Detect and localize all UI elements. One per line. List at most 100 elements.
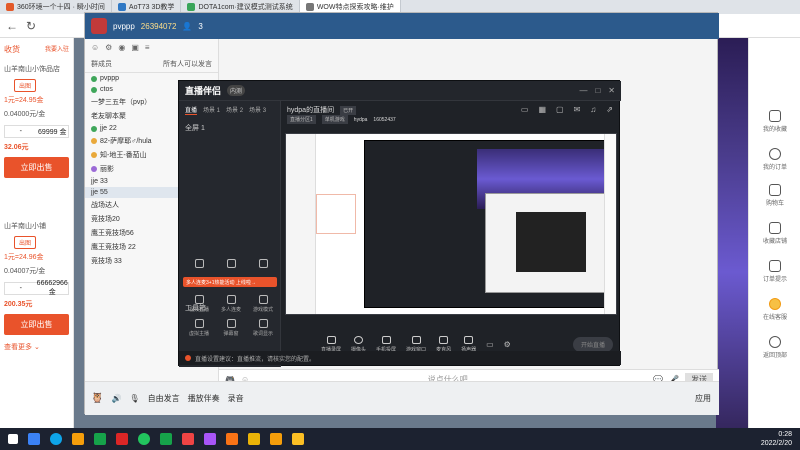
- favorites-button[interactable]: 我的收藏: [749, 110, 800, 133]
- settings-icon[interactable]: ⚙: [504, 340, 511, 349]
- wechat-icon[interactable]: [160, 433, 172, 445]
- user-icon[interactable]: ☺: [91, 43, 99, 52]
- quantity-stepper[interactable]: -66662966 金: [4, 280, 69, 297]
- nested-screen: [286, 134, 616, 314]
- category-tag[interactable]: 单机游戏: [321, 115, 348, 124]
- folder-icon[interactable]: [72, 433, 84, 445]
- favorite-stores-button[interactable]: 收藏店铺: [749, 222, 800, 245]
- app-icon[interactable]: [226, 433, 238, 445]
- windows-start-icon[interactable]: [8, 434, 18, 444]
- tab-scene-1[interactable]: 场景 1: [203, 105, 220, 115]
- support-icon: [769, 298, 781, 310]
- stream-app-icon[interactable]: [270, 433, 282, 445]
- quantity-value[interactable]: 69999 金: [37, 127, 69, 137]
- stream-app-window: 直播伴侣 内测 — □ ✕ 直播 场景 1 场景 2 场景 3 全屏 1 工具箱…: [178, 80, 621, 367]
- tab-favicon-icon: [6, 3, 14, 11]
- tool-user[interactable]: [215, 259, 247, 268]
- grid-icon[interactable]: ▦: [538, 105, 546, 114]
- 360-browser-icon[interactable]: [138, 433, 150, 445]
- tool-multi-mic[interactable]: 多人连麦: [215, 295, 247, 313]
- settings-icon[interactable]: ⚙: [105, 43, 112, 52]
- scene-item[interactable]: 全屏 1: [179, 119, 280, 137]
- tool-lyrics[interactable]: 歌词显示: [247, 319, 279, 337]
- store-name[interactable]: 山羊南山小饰品店: [0, 61, 73, 77]
- mic-settings-icon[interactable]: 🎙: [129, 394, 139, 403]
- apps-button[interactable]: 应用: [695, 393, 711, 404]
- sell-now-button[interactable]: 立即出售: [4, 314, 69, 335]
- tab-scene-2[interactable]: 场景 2: [226, 105, 243, 115]
- free-speak-toggle[interactable]: 自由发言: [148, 393, 180, 404]
- back-to-top-button[interactable]: 返回顶部: [749, 336, 800, 359]
- camera-button[interactable]: 摄像头: [351, 335, 366, 353]
- tool-danmaku[interactable]: 弹幕窗: [215, 319, 247, 337]
- file-explorer-icon[interactable]: [28, 433, 40, 445]
- game-window-button[interactable]: 游戏窗口: [406, 335, 426, 353]
- store-icon[interactable]: [94, 433, 106, 445]
- sell-now-button[interactable]: 立即出售: [4, 157, 69, 178]
- share-icon[interactable]: ⇗: [606, 105, 613, 114]
- lock-icon[interactable]: ▢: [556, 105, 564, 114]
- tool-virtual-host[interactable]: 虚拟主播: [183, 319, 215, 337]
- speaker-icon: [464, 335, 474, 344]
- tool-game-mode[interactable]: 游戏模式: [247, 295, 279, 313]
- wow-icon[interactable]: [248, 433, 260, 445]
- stream-preview[interactable]: [285, 133, 617, 315]
- stream-top-icons: ▭ ▦ ▢ ✉ ♫ ⇗: [521, 105, 613, 114]
- owl-app-icon[interactable]: [292, 433, 304, 445]
- bag-icon[interactable]: ▭: [521, 105, 529, 114]
- minus-icon[interactable]: -: [5, 285, 37, 292]
- record-icon[interactable]: ▭: [486, 340, 494, 349]
- nested-right-sidebar: [604, 134, 616, 314]
- nested-stream-window: [364, 140, 615, 308]
- member-toolbar: ☺ ⚙ ◉ ▣ ≡: [85, 39, 218, 56]
- microphone-button[interactable]: 麦克风: [436, 335, 451, 353]
- quantity-stepper[interactable]: -69999 金: [4, 125, 69, 138]
- speaker-button[interactable]: 扬声器: [461, 335, 476, 353]
- tool-image[interactable]: [183, 259, 215, 268]
- tool-video-live[interactable]: 视频直播: [183, 295, 215, 313]
- tool-doc[interactable]: [247, 259, 279, 268]
- image-icon: [194, 259, 204, 268]
- refresh-icon[interactable]: ↻: [26, 19, 36, 33]
- quantity-value[interactable]: 66662966 金: [37, 280, 69, 297]
- list-icon[interactable]: ≡: [145, 43, 150, 52]
- minimize-icon[interactable]: —: [579, 86, 587, 95]
- mail-icon[interactable]: ✉: [574, 105, 581, 114]
- location-icon[interactable]: ◉: [118, 43, 125, 52]
- view-more-link[interactable]: 查看更多 ⌄: [0, 339, 73, 355]
- status-text: 直播设置建议：直播推流，请核实您的配置。: [195, 356, 316, 363]
- promo-banner[interactable]: 多人连麦3+1热能活动 上线啦→: [183, 277, 277, 287]
- category-tag[interactable]: 直播分区1: [287, 115, 316, 124]
- app-icon[interactable]: [204, 433, 216, 445]
- clock-time: 0:28: [778, 431, 792, 438]
- gift-icon[interactable]: ▣: [131, 43, 139, 52]
- join-link[interactable]: 我要入驻: [45, 44, 69, 55]
- store-name[interactable]: 山羊南山小铺: [0, 218, 73, 234]
- close-icon[interactable]: ✕: [608, 86, 615, 95]
- record-button[interactable]: 录音: [228, 393, 244, 404]
- avatar[interactable]: [91, 18, 107, 34]
- edge-browser-icon[interactable]: [50, 433, 62, 445]
- office-icon[interactable]: [116, 433, 128, 445]
- orders-button[interactable]: 我的订单: [749, 148, 800, 171]
- speaker-icon[interactable]: 🔊: [111, 394, 121, 403]
- owl-icon[interactable]: 🦉: [91, 393, 103, 404]
- bell-icon[interactable]: ♫: [590, 105, 596, 114]
- online-dot-icon: [91, 125, 97, 132]
- system-clock[interactable]: 0:28 2022/2/20: [761, 430, 800, 448]
- play-music-button[interactable]: 播放伴奏: [188, 393, 220, 404]
- maximize-icon[interactable]: □: [595, 86, 600, 95]
- customer-service-button[interactable]: 在线客服: [749, 298, 800, 321]
- cart-button[interactable]: 购物车: [749, 184, 800, 207]
- start-live-button[interactable]: 开始直播: [572, 336, 613, 352]
- back-arrow-icon[interactable]: ←: [6, 19, 18, 33]
- tab-scene-3[interactable]: 场景 3: [249, 105, 266, 115]
- minus-icon[interactable]: -: [5, 128, 37, 135]
- online-dot-icon: [91, 166, 97, 172]
- order-notice-button[interactable]: 订单提示: [749, 260, 800, 283]
- screen-record-button[interactable]: 直播录屏: [321, 335, 341, 353]
- online-dot-icon: [91, 152, 97, 158]
- phone-cast-button[interactable]: 手机投屏: [376, 335, 396, 353]
- tab-live[interactable]: 直播: [185, 105, 198, 115]
- app-icon[interactable]: [182, 433, 194, 445]
